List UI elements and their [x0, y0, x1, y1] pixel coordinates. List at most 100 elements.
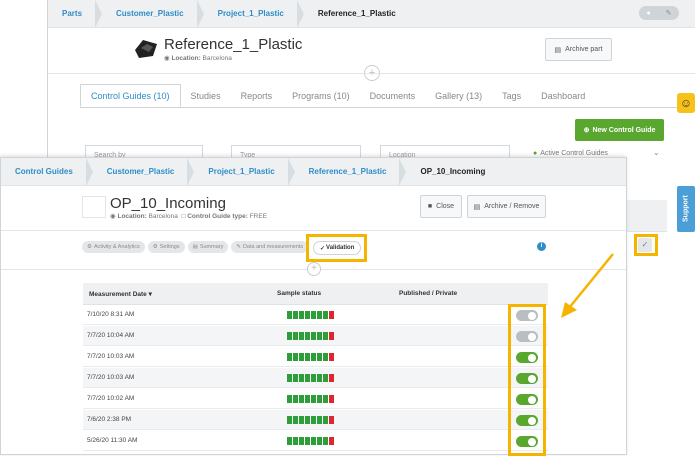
sample-ok — [287, 416, 292, 424]
pill-settings[interactable]: ⚙ Settings — [147, 241, 185, 253]
sample-ok — [293, 353, 298, 361]
table-row[interactable]: 7/10/20 8:31 AM — [83, 305, 548, 325]
sample-ok — [305, 437, 310, 445]
breadcrumb-customer[interactable]: Customer_Plastic — [102, 0, 204, 28]
breadcrumb-parts[interactable]: Parts — [48, 0, 103, 28]
tab-programs[interactable]: Programs (10) — [282, 84, 360, 107]
chevron-down-icon[interactable]: ⌄ — [653, 148, 660, 157]
sample-ok — [299, 437, 304, 445]
guide-title: OP_10_Incoming — [110, 195, 226, 212]
sample-ok — [323, 437, 328, 445]
breadcrumb-project[interactable]: Project_1_Plastic — [204, 0, 305, 28]
front-breadcrumb: Control Guides Customer_Plastic Project_… — [1, 158, 626, 186]
sample-ok — [305, 311, 310, 319]
sample-status-bars — [287, 416, 334, 424]
sample-ok — [317, 395, 322, 403]
table-row[interactable]: 7/7/20 10:04 AM — [83, 326, 548, 346]
breadcrumb-customer[interactable]: Customer_Plastic — [93, 158, 195, 186]
archive-remove-button[interactable]: ▤ Archive / Remove — [467, 195, 546, 218]
sample-ok — [287, 374, 292, 382]
bell-icon: ● — [646, 9, 651, 17]
sample-status-bars — [287, 332, 334, 340]
close-button[interactable]: ■ Close — [420, 195, 462, 218]
smiley-icon[interactable]: ☺ — [677, 93, 695, 113]
sample-ok — [287, 311, 292, 319]
tab-dashboard[interactable]: Dashboard — [531, 84, 595, 107]
sample-ok — [311, 332, 316, 340]
sample-ok — [311, 353, 316, 361]
sample-ok — [293, 311, 298, 319]
sample-ok — [305, 416, 310, 424]
table-row[interactable]: 5/26/20 11:30 AM — [83, 431, 548, 451]
pin-icon: ◉ — [164, 55, 170, 62]
pill-data[interactable]: ✎ Data and measurements — [231, 241, 309, 253]
sample-fail — [329, 353, 334, 361]
part-title: Reference_1_Plastic — [164, 36, 303, 53]
measurement-date: 7/10/20 8:31 AM — [87, 311, 135, 318]
new-control-guide-button[interactable]: ⊕ New Control Guide — [575, 119, 664, 141]
sample-ok — [293, 437, 298, 445]
sample-fail — [329, 395, 334, 403]
back-window: Parts Customer_Plastic Project_1_Plastic… — [47, 0, 695, 165]
table-row[interactable]: 7/7/20 10:03 AM — [83, 368, 548, 388]
check-circle-icon: ● — [533, 150, 538, 157]
sample-ok — [287, 395, 292, 403]
tab-reports[interactable]: Reports — [231, 84, 283, 107]
sample-fail — [329, 311, 334, 319]
tab-gallery[interactable]: Gallery (13) — [425, 84, 492, 107]
pill-summary[interactable]: ▤ Summary — [187, 241, 229, 253]
pencil-icon: ✎ — [236, 244, 241, 250]
measurements-table-header: Measurement Date ▾ Sample status Publish… — [83, 283, 548, 305]
sample-ok — [299, 395, 304, 403]
tab-documents[interactable]: Documents — [360, 84, 426, 107]
sample-ok — [323, 332, 328, 340]
archive-part-button[interactable]: ▤ Archive part — [545, 38, 612, 61]
tab-studies[interactable]: Studies — [181, 84, 231, 107]
sample-ok — [293, 416, 298, 424]
header-measurement-date[interactable]: Measurement Date ▾ — [89, 290, 152, 298]
annotation-arrow — [561, 253, 614, 318]
sample-ok — [299, 332, 304, 340]
info-icon[interactable]: i — [537, 242, 546, 251]
table-row[interactable]: 7/7/20 10:02 AM — [83, 389, 548, 409]
breadcrumb-project[interactable]: Project_1_Plastic — [194, 158, 295, 186]
summary-icon: ▤ — [192, 244, 198, 250]
sample-status-bars — [287, 437, 334, 445]
breadcrumb-control-guides[interactable]: Control Guides — [1, 158, 93, 186]
sample-ok — [323, 353, 328, 361]
divider — [1, 230, 626, 231]
sample-ok — [299, 311, 304, 319]
pill-activity[interactable]: ⚙ Activity & Analytics — [82, 241, 145, 253]
user-toggle[interactable]: ● ✎ — [639, 6, 679, 20]
active-guides-filter[interactable]: ● Active Control Guides — [533, 150, 608, 157]
sample-ok — [311, 437, 316, 445]
pin-icon: ◉ — [110, 213, 116, 220]
part-location: ◉ Location: Barcelona — [164, 55, 232, 62]
part-tabs: Control Guides (10) Studies Reports Prog… — [80, 84, 680, 108]
sample-ok — [323, 395, 328, 403]
breadcrumb-op: OP_10_Incoming — [420, 167, 486, 176]
table-row[interactable]: 7/6/20 2:38 PM — [83, 410, 548, 430]
breadcrumb-reference[interactable]: Reference_1_Plastic — [295, 158, 407, 186]
sample-ok — [299, 374, 304, 382]
support-tab[interactable]: Support — [677, 186, 695, 232]
sort-down-icon: ▾ — [148, 291, 152, 298]
archive-icon: ▤ — [554, 46, 562, 54]
measurement-date: 7/7/20 10:03 AM — [87, 353, 135, 360]
sample-status-bars — [287, 374, 334, 382]
sample-status-bars — [287, 353, 334, 361]
sample-ok — [317, 332, 322, 340]
sample-ok — [293, 332, 298, 340]
add-circle-icon[interactable]: + — [307, 262, 321, 276]
tab-control-guides[interactable]: Control Guides (10) — [80, 84, 181, 107]
gear-icon: ⚙ — [152, 244, 158, 250]
part-thumbnail — [133, 36, 159, 60]
sample-ok — [305, 353, 310, 361]
table-row[interactable]: 7/7/20 10:03 AM — [83, 347, 548, 367]
measurement-date: 5/26/20 11:30 AM — [87, 437, 138, 444]
sample-ok — [305, 374, 310, 382]
validation-check-highlight — [634, 234, 658, 256]
sample-ok — [305, 395, 310, 403]
tab-tags[interactable]: Tags — [492, 84, 531, 107]
user-icon: ✎ — [665, 10, 672, 17]
